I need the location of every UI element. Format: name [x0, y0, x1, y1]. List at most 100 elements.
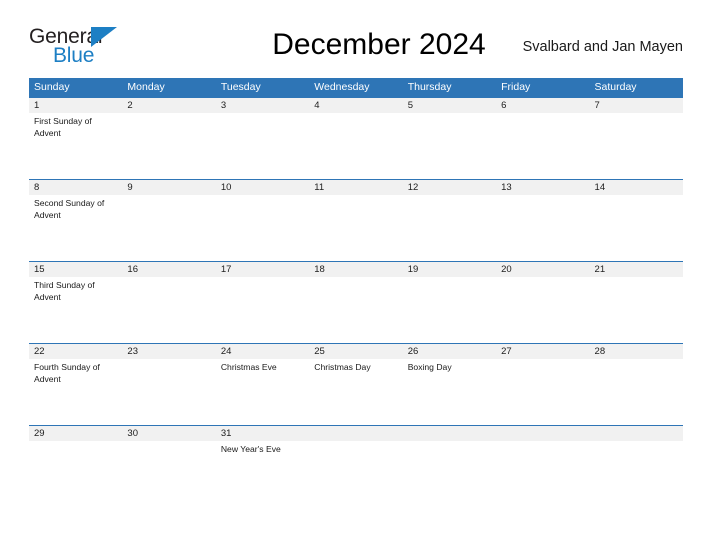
day-cell-events[interactable] [122, 277, 215, 343]
day-cell-events[interactable]: Second Sunday of Advent [29, 195, 122, 261]
day-number[interactable]: 28 [590, 344, 683, 359]
day-number[interactable]: 29 [29, 426, 122, 441]
week-events-row: Third Sunday of Advent [29, 277, 683, 343]
logo-text-blue: Blue [53, 44, 95, 67]
day-cell-events[interactable] [122, 195, 215, 261]
day-header-tuesday: Tuesday [220, 81, 261, 93]
day-number[interactable]: 24 [216, 344, 309, 359]
page-title: December 2024 [272, 28, 486, 61]
day-cell-events[interactable] [590, 195, 683, 261]
event-label: Christmas Day [314, 362, 371, 372]
day-cell-events[interactable] [590, 113, 683, 179]
day-cell-events[interactable]: Third Sunday of Advent [29, 277, 122, 343]
day-cell-events[interactable] [309, 195, 402, 261]
event-label: Third Sunday of Advent [34, 280, 95, 302]
calendar-week-row: 29 30 31 New Year's Eve [29, 425, 683, 471]
week-date-numbers: 8 9 10 11 12 13 14 [29, 180, 683, 195]
event-label: Boxing Day [407, 362, 452, 372]
day-cell-events[interactable] [216, 277, 309, 343]
day-cell-events[interactable] [590, 359, 683, 425]
day-cell-events[interactable] [122, 113, 215, 179]
day-number[interactable]: 7 [590, 98, 683, 113]
day-number[interactable]: 10 [216, 180, 309, 195]
day-number[interactable]: 8 [29, 180, 122, 195]
day-cell-events [590, 441, 683, 471]
day-header-friday: Friday [501, 81, 531, 93]
week-date-numbers: 1 2 3 4 5 6 7 [29, 98, 683, 113]
day-cell-events[interactable] [216, 113, 309, 179]
day-number[interactable]: 13 [496, 180, 589, 195]
day-number[interactable]: 11 [309, 180, 402, 195]
event-label: Second Sunday of Advent [34, 198, 105, 220]
day-cell-events[interactable] [309, 277, 402, 343]
day-cell-events[interactable] [496, 195, 589, 261]
day-number[interactable]: 20 [496, 262, 589, 277]
calendar-week-row: 22 23 24 25 26 27 28 Fourth Sunday of Ad… [29, 343, 683, 425]
day-cell-events [309, 441, 402, 471]
day-number[interactable]: 23 [122, 344, 215, 359]
day-cell-events[interactable] [403, 113, 496, 179]
day-number[interactable]: 1 [29, 98, 122, 113]
day-number[interactable]: 31 [216, 426, 309, 441]
day-cell-events [403, 441, 496, 471]
day-number [403, 426, 496, 441]
week-events-row: New Year's Eve [29, 441, 683, 471]
day-number[interactable]: 18 [309, 262, 402, 277]
day-number[interactable]: 12 [403, 180, 496, 195]
calendar-grid: Sunday Monday Tuesday Wednesday Thursday… [29, 78, 683, 471]
day-header-wednesday: Wednesday [314, 81, 370, 93]
day-cell-events[interactable] [29, 441, 122, 471]
day-number[interactable]: 30 [122, 426, 215, 441]
day-number[interactable]: 2 [122, 98, 215, 113]
day-cell-events[interactable]: Christmas Day [309, 359, 402, 425]
day-number[interactable]: 19 [403, 262, 496, 277]
day-header-thursday: Thursday [407, 81, 452, 93]
day-cell-events[interactable]: Boxing Day [403, 359, 496, 425]
day-cell-events[interactable]: Christmas Eve [216, 359, 309, 425]
day-number[interactable]: 21 [590, 262, 683, 277]
day-number[interactable]: 17 [216, 262, 309, 277]
calendar-week-row: 8 9 10 11 12 13 14 Second Sunday of Adve… [29, 179, 683, 261]
day-cell-events[interactable] [403, 195, 496, 261]
day-number[interactable]: 25 [309, 344, 402, 359]
day-cell-events[interactable] [496, 113, 589, 179]
day-number[interactable]: 5 [403, 98, 496, 113]
day-cell-events[interactable] [122, 359, 215, 425]
day-number[interactable]: 27 [496, 344, 589, 359]
calendar-day-header-row: Sunday Monday Tuesday Wednesday Thursday… [29, 78, 683, 97]
day-cell-events [496, 441, 589, 471]
day-cell-events[interactable] [496, 277, 589, 343]
calendar-week-row: 1 2 3 4 5 6 7 First Sunday of Advent [29, 97, 683, 179]
day-cell-events[interactable] [122, 441, 215, 471]
day-header-saturday: Saturday [594, 81, 637, 93]
day-number[interactable]: 3 [216, 98, 309, 113]
event-label: First Sunday of Advent [34, 116, 92, 138]
event-label: New Year's Eve [220, 444, 281, 454]
day-number[interactable]: 14 [590, 180, 683, 195]
day-cell-events[interactable]: Fourth Sunday of Advent [29, 359, 122, 425]
day-number[interactable]: 4 [309, 98, 402, 113]
day-cell-events[interactable] [496, 359, 589, 425]
day-cell-events[interactable]: New Year's Eve [216, 441, 309, 471]
day-number[interactable]: 22 [29, 344, 122, 359]
day-number[interactable]: 6 [496, 98, 589, 113]
week-events-row: First Sunday of Advent [29, 113, 683, 179]
day-number[interactable]: 9 [122, 180, 215, 195]
day-cell-events[interactable] [309, 113, 402, 179]
day-cell-events[interactable] [216, 195, 309, 261]
page-header: General Blue December 2024 Svalbard and … [29, 26, 683, 70]
region-label: Svalbard and Jan Mayen [522, 39, 683, 55]
week-date-numbers: 29 30 31 [29, 426, 683, 441]
day-number[interactable]: 15 [29, 262, 122, 277]
day-number [590, 426, 683, 441]
day-cell-events[interactable] [590, 277, 683, 343]
general-blue-logo[interactable]: General Blue [29, 26, 139, 70]
day-number[interactable]: 26 [403, 344, 496, 359]
day-cell-events[interactable]: First Sunday of Advent [29, 113, 122, 179]
week-events-row: Fourth Sunday of Advent Christmas Eve Ch… [29, 359, 683, 425]
event-label: Fourth Sunday of Advent [34, 362, 100, 384]
day-number [309, 426, 402, 441]
day-number[interactable]: 16 [122, 262, 215, 277]
day-cell-events[interactable] [403, 277, 496, 343]
week-events-row: Second Sunday of Advent [29, 195, 683, 261]
